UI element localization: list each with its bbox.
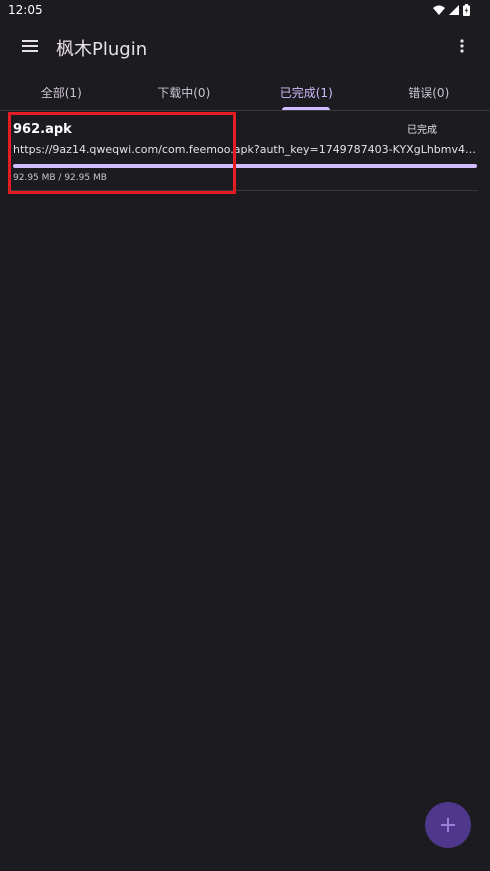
app-title: 枫木Plugin <box>56 39 148 60</box>
menu-button[interactable] <box>18 34 42 58</box>
tab-all[interactable]: 全部(1) <box>0 76 123 110</box>
tab-error[interactable]: 错误(0) <box>368 76 490 110</box>
status-icons <box>433 4 470 16</box>
tab-label: 下载中(0) <box>157 86 211 100</box>
tab-indicator <box>282 107 331 110</box>
status-bar: 12:05 <box>0 0 490 22</box>
highlight-box <box>8 112 236 194</box>
tab-bar: 全部(1) 下载中(0) 已完成(1) 错误(0) <box>0 76 490 111</box>
tab-label: 已完成(1) <box>279 86 333 100</box>
menu-icon <box>22 40 38 52</box>
download-status: 已完成 <box>407 125 437 136</box>
wifi-icon <box>433 5 445 15</box>
app-bar: 枫木Plugin <box>0 22 490 72</box>
tab-label: 错误(0) <box>408 86 450 100</box>
tab-completed[interactable]: 已完成(1) <box>245 76 368 110</box>
plus-icon <box>441 818 455 832</box>
tab-downloading[interactable]: 下载中(0) <box>123 76 246 110</box>
tab-label: 全部(1) <box>40 86 82 100</box>
more-options-button[interactable] <box>452 34 472 58</box>
more-vert-icon <box>460 39 464 53</box>
signal-icon <box>449 5 459 15</box>
add-download-button[interactable] <box>425 802 471 848</box>
status-time: 12:05 <box>8 3 43 17</box>
battery-icon <box>463 4 470 16</box>
